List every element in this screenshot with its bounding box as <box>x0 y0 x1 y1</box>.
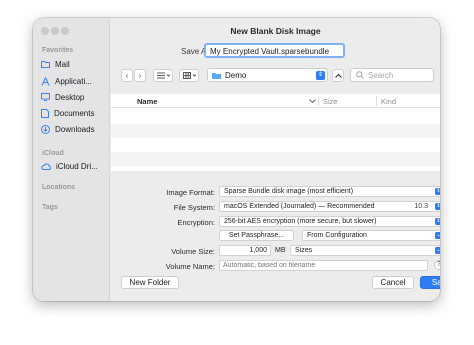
cloud-icon <box>41 162 51 170</box>
icloud-heading: iCloud <box>42 150 64 157</box>
volume-name-input[interactable] <box>219 260 428 271</box>
sidebar-item-label: Applicati... <box>55 76 92 86</box>
column-divider <box>376 96 377 106</box>
folder-icon <box>41 61 50 68</box>
volume-name-label: Volume Name: <box>165 262 215 271</box>
tags-heading: Tags <box>42 204 58 211</box>
applications-icon <box>41 76 50 86</box>
sidebar-item-applications[interactable]: Applicati... <box>41 74 107 88</box>
encryption-select[interactable]: 256-bit AES encryption (more secure, but… <box>219 216 440 227</box>
volume-size-presets-value: Sizes <box>295 247 313 254</box>
group-options-button[interactable] <box>179 69 199 82</box>
save-dialog-window: Favorites Mail Applicati... Desktop Docu… <box>33 18 440 301</box>
chevron-updown-icon: ⇕ <box>316 71 325 80</box>
location-select-value: Demo <box>225 70 247 80</box>
sidebar-item-desktop[interactable]: Desktop <box>41 90 107 104</box>
view-options-button[interactable] <box>153 69 173 82</box>
column-kind-header[interactable]: Kind <box>381 97 396 106</box>
sidebar-item-downloads[interactable]: Downloads <box>41 122 107 136</box>
encryption-value: 256-bit AES encryption (more secure, but… <box>224 218 377 225</box>
sidebar-item-icloud-drive[interactable]: iCloud Dri... <box>41 159 107 173</box>
zoom-window-button[interactable] <box>61 27 69 35</box>
main-panel: New Blank Disk Image Save As: My Encrypt… <box>111 18 440 301</box>
file-system-label: File System: <box>173 203 215 212</box>
image-format-label: Image Format: <box>166 188 215 197</box>
column-divider <box>318 96 319 106</box>
sidebar-item-mail[interactable]: Mail <box>41 57 107 71</box>
search-field[interactable]: Search <box>350 68 434 82</box>
list-row-stripe <box>111 152 440 166</box>
sidebar: Favorites Mail Applicati... Desktop Docu… <box>33 18 110 301</box>
chevron-down-icon: ⌄ <box>435 232 440 239</box>
grid-view-icon <box>182 72 196 79</box>
file-list[interactable]: Name Size Kind <box>111 94 440 171</box>
new-folder-button[interactable]: New Folder <box>121 276 179 289</box>
list-row-stripe <box>111 124 440 138</box>
chevron-updown-icon: ⇕ <box>435 203 440 210</box>
passphrase-source-value: From Configuration <box>307 232 367 239</box>
sidebar-item-label: Desktop <box>55 92 85 102</box>
locations-heading: Locations <box>42 184 76 191</box>
volume-size-label: Volume Size: <box>171 247 215 256</box>
passphrase-source-select[interactable]: From Configuration ⌄ <box>302 230 440 241</box>
chevron-updown-icon: ⇕ <box>435 218 440 225</box>
minimize-window-button[interactable] <box>51 27 59 35</box>
set-passphrase-button[interactable]: Set Passphrase... <box>219 230 294 241</box>
file-system-value: macOS Extended (Journaled) — Recommended <box>224 203 375 210</box>
cancel-button[interactable]: Cancel <box>372 276 414 289</box>
column-size-header[interactable]: Size <box>323 97 338 106</box>
close-window-button[interactable] <box>41 27 49 35</box>
column-name-header[interactable]: Name <box>137 97 157 106</box>
window-title: New Blank Disk Image <box>230 26 321 36</box>
save-button[interactable]: Save <box>420 276 440 289</box>
file-system-version: 10.3 <box>414 203 428 210</box>
file-system-select[interactable]: macOS Extended (Journaled) — Recommended… <box>219 201 440 212</box>
sidebar-item-label: iCloud Dri... <box>56 161 98 171</box>
volume-size-input[interactable]: 1,000 <box>219 245 271 256</box>
image-format-value: Sparse Bundle disk image (most efficient… <box>224 188 354 195</box>
sidebar-item-label: Downloads <box>55 124 95 134</box>
chevron-updown-icon: ⇕ <box>435 188 440 195</box>
chevron-right-icon: › <box>138 71 142 80</box>
location-select[interactable]: Demo ⇕ <box>207 68 328 82</box>
search-placeholder: Search <box>368 70 394 80</box>
encryption-label: Encryption: <box>177 218 215 227</box>
back-button[interactable]: ‹ <box>121 69 133 82</box>
sidebar-item-label: Documents <box>54 108 95 118</box>
favorites-heading: Favorites <box>42 47 74 54</box>
help-button[interactable]: ? <box>434 260 440 270</box>
download-icon <box>41 124 50 134</box>
chevron-down-icon: ⌄ <box>435 247 440 254</box>
chevron-up-icon <box>334 73 342 78</box>
list-view-icon <box>156 72 170 79</box>
volume-size-unit: MB <box>275 247 286 254</box>
volume-size-presets-select[interactable]: Sizes ⌄ <box>290 245 440 256</box>
sidebar-item-label: Mail <box>55 59 70 69</box>
chevron-down-icon <box>309 99 316 104</box>
forward-button[interactable]: › <box>134 69 146 82</box>
folder-icon <box>212 72 221 79</box>
list-header: Name Size Kind <box>111 94 440 108</box>
save-as-input[interactable]: My Encrypted Vault.sparsebundle <box>204 43 345 58</box>
chevron-left-icon: ‹ <box>125 71 129 80</box>
sidebar-item-documents[interactable]: Documents <box>41 106 107 120</box>
image-format-select[interactable]: Sparse Bundle disk image (most efficient… <box>219 186 440 197</box>
expand-collapse-button[interactable] <box>332 69 344 82</box>
document-icon <box>41 108 49 118</box>
desktop-icon <box>41 93 50 101</box>
search-icon <box>356 71 364 79</box>
